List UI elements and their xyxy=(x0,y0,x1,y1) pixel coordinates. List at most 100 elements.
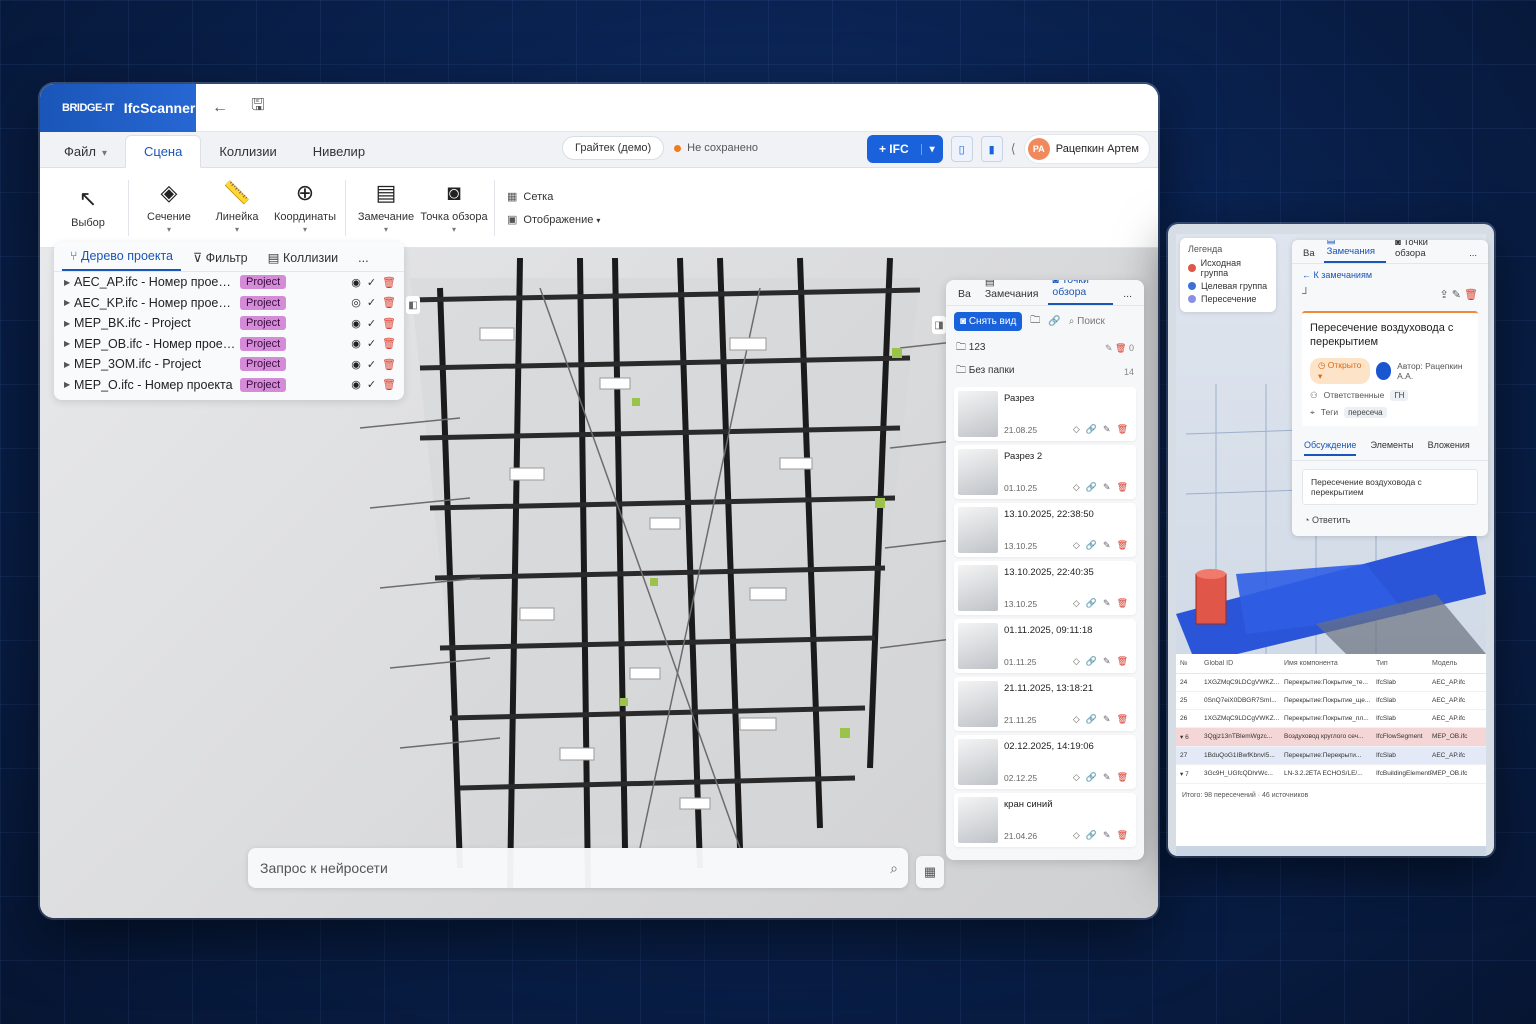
edit-icon[interactable]: ✎ xyxy=(1452,289,1464,301)
viewpoint-card[interactable]: Разрез 21.08.25 ◇ 🔗 ✎ 🗑 xyxy=(954,387,1136,441)
more-menu-icon[interactable]: ... xyxy=(1119,286,1136,305)
display-dropdown[interactable]: ▣ Отображение ▾ xyxy=(507,213,600,226)
tab-discussion[interactable]: Обсуждение xyxy=(1304,440,1357,456)
tab-short[interactable]: Ва xyxy=(954,286,975,305)
pin-icon[interactable]: ◇ xyxy=(1073,714,1080,725)
edit-icon[interactable]: ✎ xyxy=(1103,598,1111,609)
eye-icon[interactable]: ◉ xyxy=(351,337,361,350)
tab-elements[interactable]: Элементы xyxy=(1370,440,1413,456)
ai-query-input[interactable]: Запрос к нейросети ⌕ xyxy=(248,848,908,888)
tool-viewpoint[interactable]: ◙ Точка обзора ▾ xyxy=(420,181,488,235)
eye-icon[interactable]: ◉ xyxy=(351,317,361,330)
link-icon[interactable]: 🔗 xyxy=(1086,424,1097,435)
search-icon[interactable]: ⌕ xyxy=(890,860,898,877)
tool-ruler[interactable]: 📏 Линейка ▾ xyxy=(203,181,271,235)
add-ifc-button[interactable]: + IFC ▾ xyxy=(866,135,943,163)
eye-icon[interactable]: ◉ xyxy=(351,378,361,391)
edit-icon[interactable]: ✎ xyxy=(1105,343,1115,353)
eye-icon[interactable]: ◉ xyxy=(351,358,361,371)
table-row[interactable]: 27 1BduQoG1IBwfKbnvI5... Перекрытие:Перекр… xyxy=(1176,747,1486,765)
trash-icon[interactable]: 🗑 xyxy=(1117,424,1128,435)
pin-icon[interactable]: ◇ xyxy=(1073,772,1080,783)
folder-icon[interactable]: 🗀 xyxy=(1030,313,1040,330)
trash-icon[interactable]: 🗑 xyxy=(1117,714,1128,725)
pin-icon[interactable]: ◇ xyxy=(1073,482,1080,493)
viewpoint-card[interactable]: 02.12.2025, 14:19:06 02.12.25 ◇ 🔗 ✎ 🗑 xyxy=(954,735,1136,789)
tab-attachments[interactable]: Вложения xyxy=(1428,440,1470,456)
trash-icon[interactable]: 🗑 xyxy=(1117,540,1128,551)
trash-icon[interactable]: 🗑 xyxy=(382,358,396,371)
panel-toggle-icon[interactable]: ◨ xyxy=(932,316,946,334)
check-circle-icon[interactable]: ✓ xyxy=(367,358,376,371)
tree-item[interactable]: ▶ MEP_OB.ifc - Номер проекта Project ◉ ✓ 🗑 xyxy=(54,334,404,355)
check-circle-icon[interactable]: ✓ xyxy=(367,276,376,289)
pin-icon[interactable]: ◇ xyxy=(1073,540,1080,551)
link-icon[interactable]: 🔗 xyxy=(1086,598,1097,609)
share-icon[interactable]: ⇪ xyxy=(1439,289,1451,301)
table-row[interactable]: ▾ 7 3Gc9H_UGfcQDhrWc... LN-3.2.2ETA ECHOS/… xyxy=(1176,765,1486,784)
caret-right-icon[interactable]: ▶ xyxy=(64,278,74,287)
edit-icon[interactable]: ✎ xyxy=(1103,656,1111,667)
project-name[interactable]: Грайтек (демо) xyxy=(562,136,665,160)
pin-icon[interactable]: ◇ xyxy=(1073,830,1080,841)
pin-icon[interactable]: ◇ xyxy=(1073,598,1080,609)
tab-filter[interactable]: ⊽ Фильтр xyxy=(185,246,256,271)
link-icon[interactable]: 🔗 xyxy=(1086,772,1097,783)
more-menu-icon[interactable]: ... xyxy=(1466,246,1480,263)
eye-icon[interactable]: ◉ xyxy=(351,276,361,289)
table-row[interactable]: ▾ 6 3Qgjz13nTBlemWgzc... Воздуховод кругло… xyxy=(1176,728,1486,747)
share-icon[interactable]: ⟨ xyxy=(1011,141,1016,157)
search-input[interactable]: ⌕ Поиск xyxy=(1069,316,1105,327)
viewpoint-card[interactable]: 13.10.2025, 22:38:50 13.10.25 ◇ 🔗 ✎ 🗑 xyxy=(954,503,1136,557)
trash-icon[interactable]: 🗑 xyxy=(1117,830,1128,841)
viewpoint-card[interactable]: 21.11.2025, 13:18:21 21.11.25 ◇ 🔗 ✎ 🗑 xyxy=(954,677,1136,731)
layout-left-icon[interactable]: ▯ xyxy=(950,136,973,162)
check-circle-icon[interactable]: ✓ xyxy=(367,317,376,330)
caret-right-icon[interactable]: ▶ xyxy=(64,360,74,369)
caret-right-icon[interactable]: ▶ xyxy=(64,339,74,348)
check-circle-icon[interactable]: ✓ xyxy=(367,378,376,391)
tab-viewpoints[interactable]: ◙ Точки обзора xyxy=(1392,240,1460,263)
table-row[interactable]: 25 0SnQ7eiX0DBGR7SmI... Перекрытие:Покрыти… xyxy=(1176,692,1486,710)
status-badge[interactable]: ◷ Открыто ▾ xyxy=(1310,357,1370,384)
tab-collisions[interactable]: ▤ Коллизии xyxy=(260,246,347,271)
edit-icon[interactable]: ✎ xyxy=(1103,482,1111,493)
viewpoint-card[interactable]: кран синий 21.04.26 ◇ 🔗 ✎ 🗑 xyxy=(954,793,1136,847)
caret-right-icon[interactable]: ▶ xyxy=(64,380,74,389)
trash-icon[interactable]: 🗑 xyxy=(382,337,396,350)
reply-button[interactable]: ◔ Ответить xyxy=(1292,513,1488,527)
trash-icon[interactable]: 🗑 xyxy=(1464,289,1478,301)
tree-item[interactable]: ▶ AEC_KP.ifc - Номер проекта Project ◎ ✓ 🗑 xyxy=(54,293,404,314)
viewpoint-card[interactable]: 01.11.2025, 09:11:18 01.11.25 ◇ 🔗 ✎ 🗑 xyxy=(954,619,1136,673)
menu-leveler[interactable]: Нивелир xyxy=(295,136,383,167)
tool-remark[interactable]: ▤ Замечание ▾ xyxy=(352,181,420,235)
edit-icon[interactable]: ✎ xyxy=(1103,772,1111,783)
tab-remarks[interactable]: ▤ Замечания xyxy=(981,280,1043,305)
link-icon[interactable]: 🔗 xyxy=(1086,714,1097,725)
edit-icon[interactable]: ✎ xyxy=(1103,424,1111,435)
check-circle-icon[interactable]: ✓ xyxy=(367,296,376,309)
pin-icon[interactable]: ◇ xyxy=(1073,424,1080,435)
save-icon[interactable]: 🖫 xyxy=(244,94,272,122)
tag-badge[interactable]: пересеча xyxy=(1344,406,1387,418)
folder-row[interactable]: 🗀 Без папки 14 xyxy=(946,360,1144,383)
link-icon[interactable]: 🔗 xyxy=(1086,540,1097,551)
trash-icon[interactable]: 🗑 xyxy=(1117,656,1128,667)
menu-file[interactable]: Файл ▾ xyxy=(46,136,125,167)
tool-select[interactable]: ↖ Выбор xyxy=(54,186,122,229)
more-menu-icon[interactable]: ... xyxy=(350,247,376,271)
link-icon[interactable]: 🔗 xyxy=(1048,316,1060,327)
user-chip[interactable]: РА Рацепкин Артем xyxy=(1023,134,1150,164)
edit-icon[interactable]: ✎ xyxy=(1103,540,1111,551)
trash-icon[interactable]: 🗑 xyxy=(382,276,396,289)
folder-row[interactable]: 🗀 123 ✎ 🗑 0 xyxy=(946,337,1144,360)
trash-icon[interactable]: 🗑 xyxy=(382,317,396,330)
trash-icon[interactable]: 🗑 xyxy=(1117,482,1128,493)
check-circle-icon[interactable]: ✓ xyxy=(367,337,376,350)
back-to-remarks-link[interactable]: ← К замечаниям xyxy=(1292,264,1488,286)
panel-toggle-icon[interactable]: ◧ xyxy=(406,296,420,314)
grid-icon[interactable]: ▦ xyxy=(916,856,944,888)
layout-right-icon[interactable]: ▮ xyxy=(980,136,1003,162)
viewpoint-card[interactable]: 13.10.2025, 22:40:35 13.10.25 ◇ 🔗 ✎ 🗑 xyxy=(954,561,1136,615)
trash-icon[interactable]: 🗑 xyxy=(1117,772,1128,783)
